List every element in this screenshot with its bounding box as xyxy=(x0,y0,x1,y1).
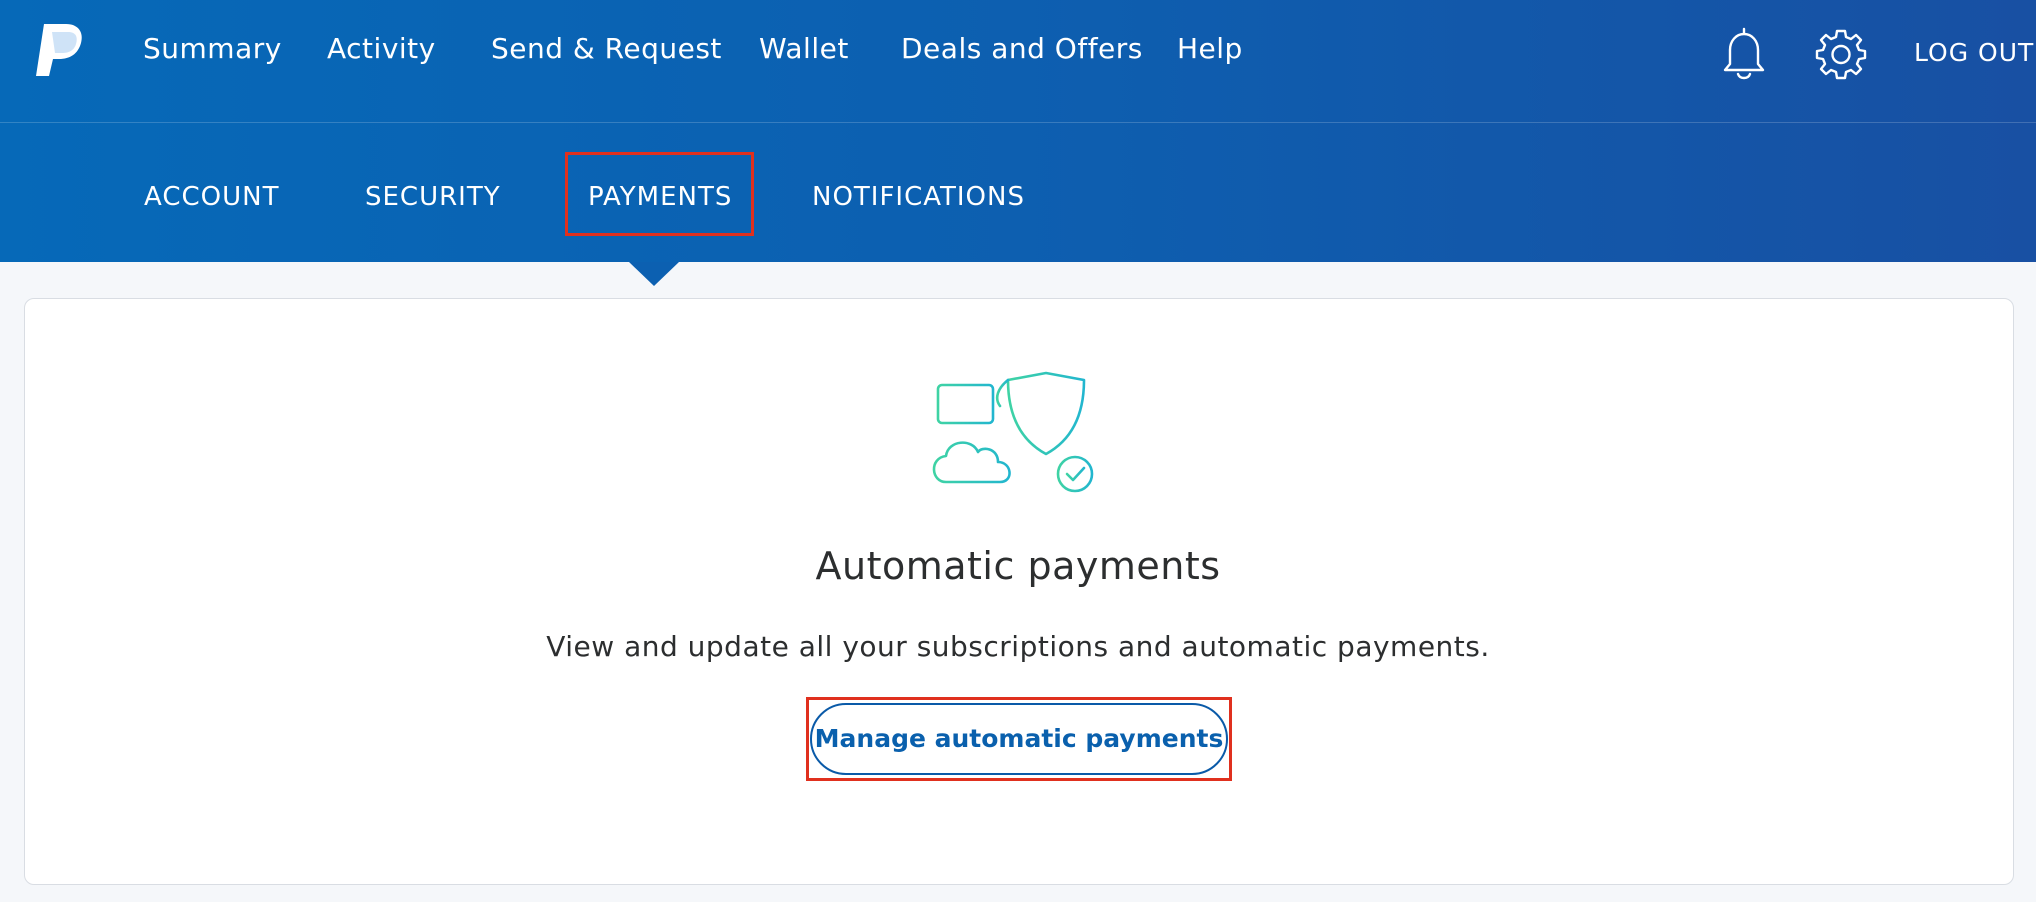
bell-icon[interactable] xyxy=(1718,24,1770,80)
card-description: View and update all your subscriptions a… xyxy=(546,630,1490,663)
tab-notifications[interactable]: NOTIFICATIONS xyxy=(812,182,1025,212)
active-tab-pointer xyxy=(629,262,679,286)
nav-help[interactable]: Help xyxy=(1177,32,1243,65)
payments-tab-highlight xyxy=(565,152,754,236)
card-title: Automatic payments xyxy=(815,544,1221,588)
paypal-logo-icon[interactable] xyxy=(30,20,90,80)
logout-link[interactable]: LOG OUT xyxy=(1914,38,2034,67)
tab-security[interactable]: SECURITY xyxy=(365,182,501,212)
nav-wallet[interactable]: Wallet xyxy=(759,32,849,65)
nav-summary[interactable]: Summary xyxy=(143,32,282,65)
top-nav: Summary Activity Send & Request Wallet D… xyxy=(0,0,2036,123)
tab-account[interactable]: ACCOUNT xyxy=(144,182,279,212)
nav-deals-offers[interactable]: Deals and Offers xyxy=(901,32,1143,65)
nav-activity[interactable]: Activity xyxy=(327,32,436,65)
payments-illustration-icon xyxy=(932,371,1094,493)
nav-send-request[interactable]: Send & Request xyxy=(491,32,722,65)
gear-icon[interactable] xyxy=(1814,27,1868,81)
header: Summary Activity Send & Request Wallet D… xyxy=(0,0,2036,262)
manage-button-highlight xyxy=(806,697,1232,781)
